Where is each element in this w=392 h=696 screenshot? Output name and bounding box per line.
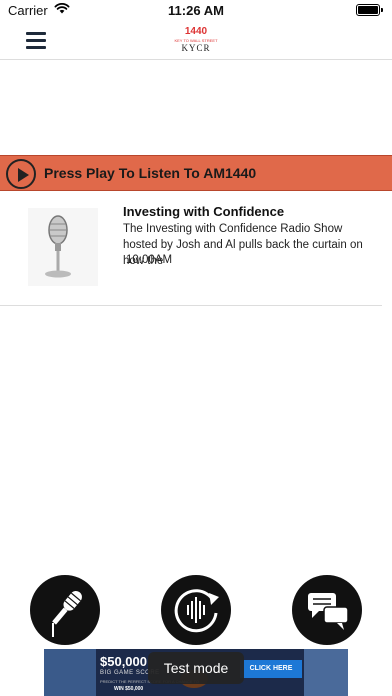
logo-call-sign: KYCR	[181, 43, 211, 53]
show-title: Investing with Confidence	[123, 204, 285, 219]
battery-icon	[356, 4, 383, 16]
nav-bar: 1440 KEY TO WALL STREET KYCR	[0, 22, 392, 60]
list-item[interactable]: Investing with Confidence The Investing …	[0, 196, 382, 306]
chat-button[interactable]	[292, 575, 362, 645]
ad-click-here-button[interactable]: CLICK HERE	[240, 660, 302, 678]
logo-number: 1440	[184, 26, 208, 37]
status-bar: Carrier 11:26 AM	[0, 0, 392, 22]
ad-win-text: WIN $50,000	[114, 686, 144, 692]
microphone-thumbnail	[28, 208, 98, 286]
station-logo: 1440 KEY TO WALL STREET KYCR	[172, 26, 220, 56]
menu-icon[interactable]	[26, 32, 46, 49]
live-stream-refresh-icon	[174, 589, 219, 633]
play-icon[interactable]	[6, 159, 36, 189]
show-time: 10:00AM	[126, 254, 173, 266]
clock-time: 11:26 AM	[168, 3, 224, 18]
play-banner[interactable]: Press Play To Listen To AM1440	[0, 155, 392, 191]
live-stream-button[interactable]	[161, 575, 231, 645]
chat-bubbles-icon	[308, 593, 349, 630]
microphone-button[interactable]	[30, 575, 100, 645]
microphone-icon	[52, 590, 82, 637]
test-mode-toast: Test mode	[148, 652, 244, 684]
ad-amount: $50,000	[100, 654, 147, 669]
play-banner-label: Press Play To Listen To AM1440	[44, 165, 257, 181]
